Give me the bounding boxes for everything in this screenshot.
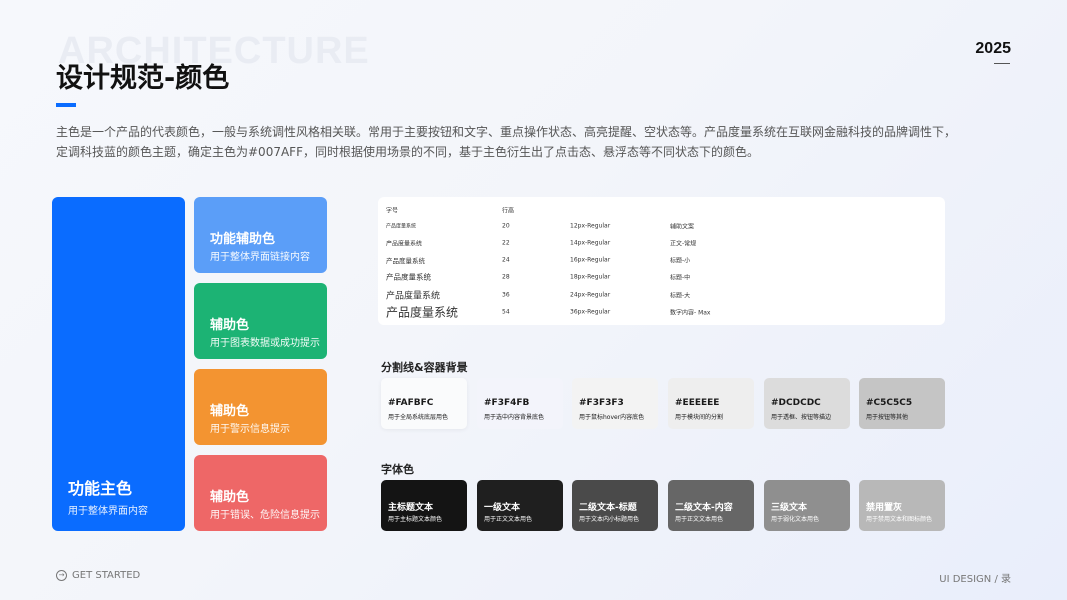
bg-swatch: #C5C5C5 用于按钮等其他 (859, 378, 945, 429)
bg-swatch: #FAFBFC 用于全局系统底层用色 (381, 378, 467, 429)
typography-table: 字号 行高 产品度量系统 20 12px-Regular 辅助文案 产品度量系统… (378, 197, 945, 325)
text-color-section-label: 字体色 (381, 463, 414, 476)
type-line-height: 28 (502, 273, 510, 281)
aux-card-title: 辅助色 (210, 318, 250, 333)
get-started-label: GET STARTED (72, 570, 141, 581)
aux-color-card-success: 辅助色 用于图表数据或成功提示 (194, 283, 327, 359)
aux-card-subtitle: 用于警示信息提示 (210, 424, 290, 435)
swatch-hex: #F3F3F3 (579, 398, 624, 408)
aux-color-card-error: 辅助色 用于错误、危险信息提示 (194, 455, 327, 531)
swatch-title: 一级文本 (484, 503, 521, 513)
type-usage: 正文-常规 (670, 240, 697, 248)
type-usage: 标题-小 (670, 257, 691, 265)
type-usage: 标题-大 (670, 292, 691, 300)
type-usage: 标题-中 (670, 274, 691, 282)
swatch-desc: 用于鼠标hover内容底色 (579, 414, 645, 421)
swatch-hex: #F3F4FB (484, 398, 530, 408)
aux-card-title: 辅助色 (210, 490, 250, 505)
swatch-desc: 用于禁用文本和图标颜色 (866, 516, 933, 523)
text-color-swatch: 一级文本 用于正文文本用色 (477, 480, 563, 531)
type-line-height: 20 (502, 222, 510, 230)
footer-section-label: UI DESIGN / 录 (939, 574, 1011, 585)
aux-card-subtitle: 用于图表数据或成功提示 (210, 338, 320, 349)
swatch-desc: 用于主标题文本颜色 (388, 516, 443, 523)
primary-color-card: 功能主色 用于整体界面内容 (52, 197, 185, 531)
get-started-link[interactable]: → GET STARTED (56, 570, 140, 581)
text-color-swatch: 禁用置灰 用于禁用文本和图标颜色 (859, 480, 945, 531)
swatch-desc: 用于透框、按钮等描边 (771, 414, 832, 421)
table-row: 产品度量系统 24 16px-Regular 标题-小 (378, 251, 945, 269)
swatch-desc: 用于正文文本用色 (484, 516, 533, 523)
swatch-desc: 用于按钮等其他 (866, 414, 909, 421)
aux-card-subtitle: 用于整体界面链接内容 (210, 252, 310, 263)
aux-color-card-warning: 辅助色 用于警示信息提示 (194, 369, 327, 445)
primary-color-subtitle: 用于整体界面内容 (68, 506, 148, 517)
swatch-title: 禁用置灰 (866, 503, 903, 513)
header-line-height: 行高 (502, 207, 515, 215)
swatch-hex: #FAFBFC (388, 398, 434, 408)
type-line-height: 24 (502, 256, 510, 264)
table-row: 产品度量系统 28 18px-Regular 标题-中 (378, 268, 945, 286)
swatch-desc: 用于文本内小标题用色 (579, 516, 640, 523)
table-row: 产品度量系统 20 12px-Regular 辅助文案 (378, 217, 945, 235)
swatch-title: 三级文本 (771, 503, 808, 513)
type-spec: 18px-Regular (570, 273, 611, 281)
arrow-right-circle-icon: → (56, 570, 67, 581)
type-spec: 24px-Regular (570, 291, 611, 299)
type-usage: 辅助文案 (670, 223, 695, 231)
bg-swatch: #F3F4FB 用于选中内容背景底色 (477, 378, 563, 429)
type-sample: 产品度量系统 (386, 223, 417, 230)
primary-color-title: 功能主色 (68, 479, 133, 498)
swatch-desc: 用于模块间的分割 (675, 414, 724, 421)
type-spec: 12px-Regular (570, 222, 611, 230)
type-sample: 产品度量系统 (386, 257, 425, 265)
table-row: 产品度量系统 22 14px-Regular 正文-常规 (378, 234, 945, 252)
text-color-swatch: 二级文本-标题 用于文本内小标题用色 (572, 480, 658, 531)
swatch-desc: 用于弱化文本用色 (771, 516, 820, 523)
bg-swatch: #F3F3F3 用于鼠标hover内容底色 (572, 378, 658, 429)
swatch-title: 二级文本-内容 (675, 503, 733, 513)
text-color-swatch: 二级文本-内容 用于正文文本用色 (668, 480, 754, 531)
swatch-title: 主标题文本 (388, 503, 434, 513)
swatch-hex: #C5C5C5 (866, 398, 913, 408)
type-sample: 产品度量系统 (386, 291, 441, 302)
swatch-desc: 用于选中内容背景底色 (484, 414, 545, 421)
page-title: 设计规范-颜色 (56, 63, 230, 94)
type-line-height: 36 (502, 291, 510, 299)
header-font-size: 字号 (386, 207, 399, 215)
swatch-hex: #DCDCDC (771, 398, 821, 408)
title-underline (56, 103, 76, 107)
type-sample: 产品度量系统 (386, 240, 423, 248)
type-line-height: 22 (502, 239, 510, 247)
swatch-desc: 用于正文文本用色 (675, 516, 724, 523)
type-spec: 16px-Regular (570, 256, 611, 264)
swatch-desc: 用于全局系统底层用色 (388, 414, 449, 421)
page-description: 主色是一个产品的代表颜色，一般与系统调性风格相关联。常用于主要按钮和文字、重点操… (56, 125, 957, 159)
table-row: 产品度量系统 36 24px-Regular 标题-大 (378, 286, 945, 304)
text-color-swatch: 三级文本 用于弱化文本用色 (764, 480, 850, 531)
bg-swatch: #EEEEEE 用于模块间的分割 (668, 378, 754, 429)
table-row: 产品度量系统 54 36px-Regular 数字内容- Max (378, 303, 945, 321)
bg-swatch: #DCDCDC 用于透框、按钮等描边 (764, 378, 850, 429)
aux-card-title: 辅助色 (210, 404, 250, 419)
type-spec: 14px-Regular (570, 239, 611, 247)
type-line-height: 54 (502, 308, 510, 316)
type-sample: 产品度量系统 (386, 305, 459, 320)
type-usage: 数字内容- Max (670, 309, 711, 317)
text-color-swatch: 主标题文本 用于主标题文本颜色 (381, 480, 467, 531)
aux-card-title: 功能辅助色 (210, 232, 276, 247)
divider-section-label: 分割线&容器背景 (381, 361, 468, 374)
swatch-hex: #EEEEEE (675, 398, 720, 408)
aux-card-subtitle: 用于错误、危险信息提示 (210, 510, 320, 521)
type-spec: 36px-Regular (570, 308, 611, 316)
aux-color-card-link: 功能辅助色 用于整体界面链接内容 (194, 197, 327, 273)
year-label: 2025 (975, 40, 1011, 57)
type-sample: 产品度量系统 (386, 272, 431, 282)
swatch-title: 二级文本-标题 (579, 503, 637, 513)
year-underline (994, 63, 1010, 64)
